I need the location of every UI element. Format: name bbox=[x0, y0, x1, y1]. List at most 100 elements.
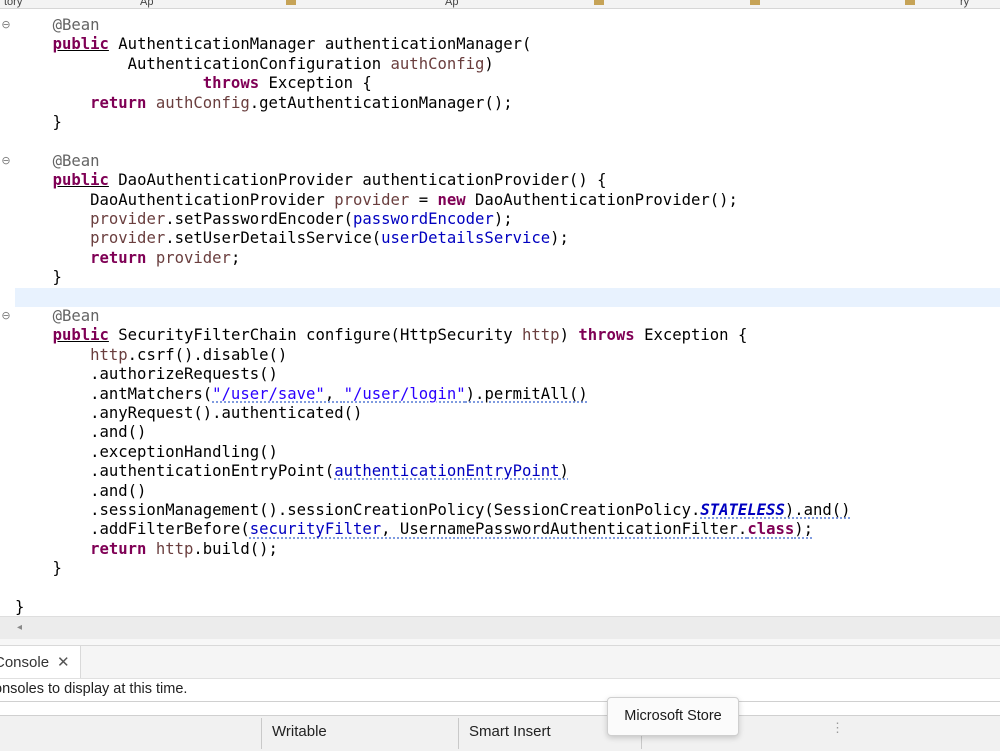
code-token: AuthenticationConfiguration bbox=[15, 54, 391, 73]
code-token: return bbox=[90, 248, 147, 267]
code-token: throws bbox=[578, 326, 635, 345]
code-token: .setUserDetailsService( bbox=[165, 229, 382, 248]
code-line[interactable]: .exceptionHandling() bbox=[15, 443, 1000, 462]
code-token: http bbox=[155, 539, 194, 558]
editor-tab[interactable]: Ap bbox=[445, 0, 458, 8]
code-token: provider bbox=[155, 248, 231, 267]
scroll-left-icon[interactable]: ◂ bbox=[17, 622, 22, 633]
code-line[interactable]: @Bean bbox=[15, 152, 1000, 171]
collapse-icon[interactable]: ⊖ bbox=[0, 310, 12, 322]
java-file-icon bbox=[750, 0, 760, 5]
code-line[interactable]: provider.setUserDetailsService(userDetai… bbox=[15, 229, 1000, 248]
console-body: onsoles to display at this time. bbox=[0, 678, 1000, 702]
code-token: DaoAuthenticationProvider(); bbox=[465, 190, 738, 209]
code-token: new bbox=[437, 190, 466, 209]
code-line[interactable]: return authConfig.getAuthenticationManag… bbox=[15, 94, 1000, 113]
code-token: Exception { bbox=[634, 326, 748, 345]
code-line[interactable]: .antMatchers("/user/save", "/user/login"… bbox=[15, 385, 1000, 404]
code-token: .and() bbox=[15, 423, 147, 442]
code-editor[interactable]: ⊖ ⊖ ⊖ @Bean public AuthenticationManager a… bbox=[0, 9, 1000, 616]
code-token: AuthenticationManager authenticationMana… bbox=[108, 35, 532, 54]
java-file-icon bbox=[905, 0, 915, 5]
code-line[interactable]: .addFilterBefore(securityFilter, Usernam… bbox=[15, 520, 1000, 539]
code-token: } bbox=[15, 598, 25, 616]
code-line[interactable]: } bbox=[15, 113, 1000, 132]
code-token: ); bbox=[493, 210, 513, 228]
code-line[interactable] bbox=[15, 579, 1000, 598]
tab-console[interactable]: Console ✕ bbox=[0, 646, 81, 679]
console-view-header: Console ✕ bbox=[0, 645, 1000, 679]
code-line[interactable]: .authenticationEntryPoint(authentication… bbox=[15, 462, 1000, 481]
java-file-icon bbox=[286, 0, 296, 5]
status-bar: Writable Smart Insert 16 : 1 : 515 ⋮ bbox=[0, 715, 1000, 751]
code-token: .addFilterBefore( bbox=[15, 520, 250, 539]
code-token: .anyRequest().authenticated() bbox=[15, 404, 363, 422]
code-token: DaoAuthenticationProvider authentication… bbox=[108, 171, 607, 190]
code-token: authenticationEntryPoint bbox=[334, 462, 560, 481]
code-token: } bbox=[15, 113, 62, 131]
status-divider bbox=[458, 718, 459, 749]
code-token: ).and() bbox=[784, 501, 851, 519]
code-line[interactable]: provider.setPasswordEncoder(passwordEnco… bbox=[15, 210, 1000, 229]
code-line[interactable]: } bbox=[15, 559, 1000, 578]
code-token: "/user/save" bbox=[212, 384, 325, 403]
code-line[interactable]: .sessionManagement().sessionCreationPoli… bbox=[15, 501, 1000, 520]
code-token: .getAuthenticationManager(); bbox=[249, 93, 513, 112]
writable-status: Writable bbox=[272, 723, 327, 740]
code-token: authConfig bbox=[155, 93, 250, 112]
code-line[interactable]: throws Exception { bbox=[15, 74, 1000, 93]
code-token: .setPasswordEncoder( bbox=[165, 210, 353, 228]
code-line[interactable]: http.csrf().disable() bbox=[15, 346, 1000, 365]
code-line[interactable]: } bbox=[15, 598, 1000, 616]
code-token: SecurityFilterChain configure(HttpSecuri… bbox=[108, 326, 522, 345]
collapse-icon[interactable]: ⊖ bbox=[0, 154, 12, 167]
code-token: .exceptionHandling() bbox=[15, 442, 278, 461]
code-line[interactable] bbox=[15, 132, 1000, 151]
insert-mode-status[interactable]: Smart Insert bbox=[469, 723, 551, 740]
code-token: passwordEncoder bbox=[352, 210, 494, 228]
code-token: } bbox=[15, 559, 62, 578]
horizontal-scrollbar[interactable]: ◂ bbox=[0, 616, 1000, 639]
editor-tab[interactable]: Ap bbox=[140, 0, 153, 8]
code-token: throws bbox=[202, 74, 260, 93]
code-line[interactable]: AuthenticationConfiguration authConfig) bbox=[15, 55, 1000, 74]
console-message: onsoles to display at this time. bbox=[0, 681, 188, 697]
code-token: provider bbox=[334, 190, 410, 209]
close-icon[interactable]: ✕ bbox=[57, 646, 70, 679]
code-line[interactable]: .anyRequest().authenticated() bbox=[15, 404, 1000, 423]
code-token: provider bbox=[90, 229, 166, 248]
code-line[interactable] bbox=[15, 287, 1000, 307]
code-line[interactable]: public DaoAuthenticationProvider authent… bbox=[15, 171, 1000, 190]
code-token: .sessionManagement().sessionCreationPoli… bbox=[15, 501, 701, 519]
code-token: .csrf().disable() bbox=[127, 345, 288, 364]
code-line[interactable]: .and() bbox=[15, 482, 1000, 501]
code-token: .antMatchers( bbox=[15, 384, 213, 403]
code-token: class bbox=[747, 520, 795, 539]
editor-tab[interactable]: ry bbox=[960, 0, 969, 8]
code-token: .authenticationEntryPoint( bbox=[15, 462, 335, 481]
code-token: ) bbox=[559, 462, 569, 481]
code-line[interactable]: public SecurityFilterChain configure(Htt… bbox=[15, 326, 1000, 345]
code-line[interactable]: } bbox=[15, 268, 1000, 287]
code-line[interactable]: @Bean bbox=[15, 16, 1000, 35]
code-token: public bbox=[52, 326, 109, 345]
code-line[interactable]: @Bean bbox=[15, 307, 1000, 326]
code-line[interactable]: DaoAuthenticationProvider provider = new… bbox=[15, 191, 1000, 210]
code-line[interactable]: return provider; bbox=[15, 249, 1000, 268]
java-file-icon bbox=[594, 0, 604, 5]
code-token: public bbox=[52, 35, 109, 54]
code-line[interactable]: .and() bbox=[15, 423, 1000, 442]
grip-icon[interactable]: ⋮ bbox=[831, 721, 844, 734]
collapse-icon[interactable]: ⊖ bbox=[0, 19, 12, 31]
code-line[interactable]: public AuthenticationManager authenticat… bbox=[15, 35, 1000, 54]
code-line[interactable]: .authorizeRequests() bbox=[15, 365, 1000, 384]
code-token: ); bbox=[794, 520, 814, 539]
editor-tab[interactable]: tory bbox=[4, 0, 22, 8]
code-line[interactable]: return http.build(); bbox=[15, 540, 1000, 559]
